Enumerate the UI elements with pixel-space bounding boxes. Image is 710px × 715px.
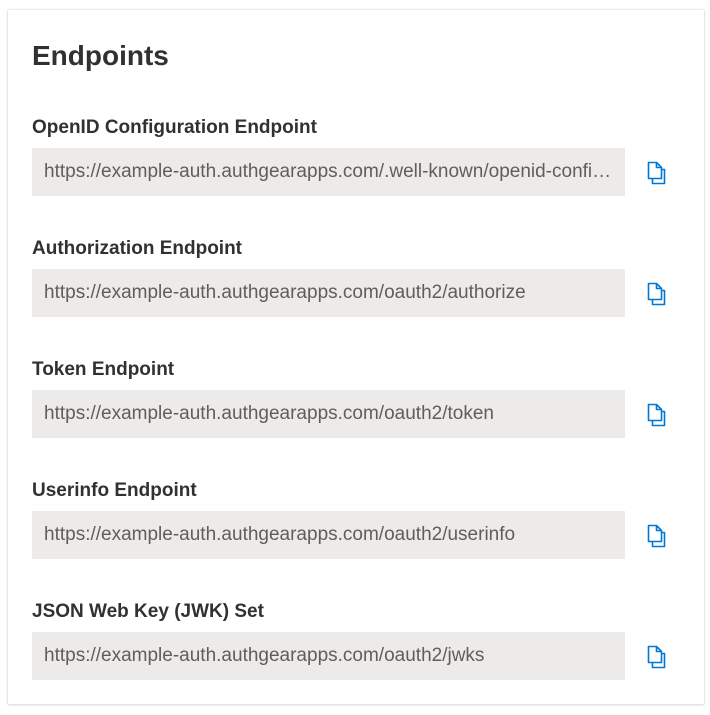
- copy-icon: [647, 161, 666, 185]
- endpoint-userinfo: Userinfo Endpoint https://example-auth.a…: [32, 479, 682, 559]
- copy-icon: [647, 282, 666, 306]
- endpoint-row: https://example-auth.authgearapps.com/oa…: [32, 632, 682, 680]
- card-title: Endpoints: [32, 40, 169, 71]
- endpoints-card: Endpoints OpenID Configuration Endpoint …: [8, 10, 704, 704]
- copy-button[interactable]: [639, 398, 671, 430]
- endpoint-row: https://example-auth.authgearapps.com/oa…: [32, 511, 682, 559]
- endpoint-label: Userinfo Endpoint: [32, 480, 197, 501]
- endpoint-label: Token Endpoint: [32, 359, 175, 380]
- copy-button[interactable]: [639, 640, 671, 672]
- endpoint-row: https://example-auth.authgearapps.com/.w…: [32, 148, 682, 196]
- endpoint-label: OpenID Configuration Endpoint: [32, 117, 317, 138]
- openid-configuration-field[interactable]: https://example-auth.authgearapps.com/.w…: [32, 148, 625, 196]
- endpoint-label: JSON Web Key (JWK) Set: [32, 601, 264, 622]
- endpoint-row: https://example-auth.authgearapps.com/oa…: [32, 390, 682, 438]
- authorization-endpoint-field[interactable]: https://example-auth.authgearapps.com/oa…: [32, 269, 625, 317]
- userinfo-endpoint-field[interactable]: https://example-auth.authgearapps.com/oa…: [32, 511, 625, 559]
- copy-icon: [647, 403, 666, 427]
- copy-button[interactable]: [639, 156, 671, 188]
- endpoint-jwks: JSON Web Key (JWK) Set https://example-a…: [32, 600, 682, 680]
- endpoint-authorization: Authorization Endpoint https://example-a…: [32, 237, 682, 317]
- copy-button[interactable]: [639, 277, 671, 309]
- token-endpoint-field[interactable]: https://example-auth.authgearapps.com/oa…: [32, 390, 625, 438]
- endpoint-row: https://example-auth.authgearapps.com/oa…: [32, 269, 682, 317]
- copy-button[interactable]: [639, 519, 671, 551]
- endpoint-label: Authorization Endpoint: [32, 238, 243, 259]
- endpoint-openid-configuration: OpenID Configuration Endpoint https://ex…: [32, 116, 682, 196]
- copy-icon: [647, 645, 666, 669]
- copy-icon: [647, 524, 666, 548]
- endpoint-token: Token Endpoint https://example-auth.auth…: [32, 358, 682, 438]
- jwks-endpoint-field[interactable]: https://example-auth.authgearapps.com/oa…: [32, 632, 625, 680]
